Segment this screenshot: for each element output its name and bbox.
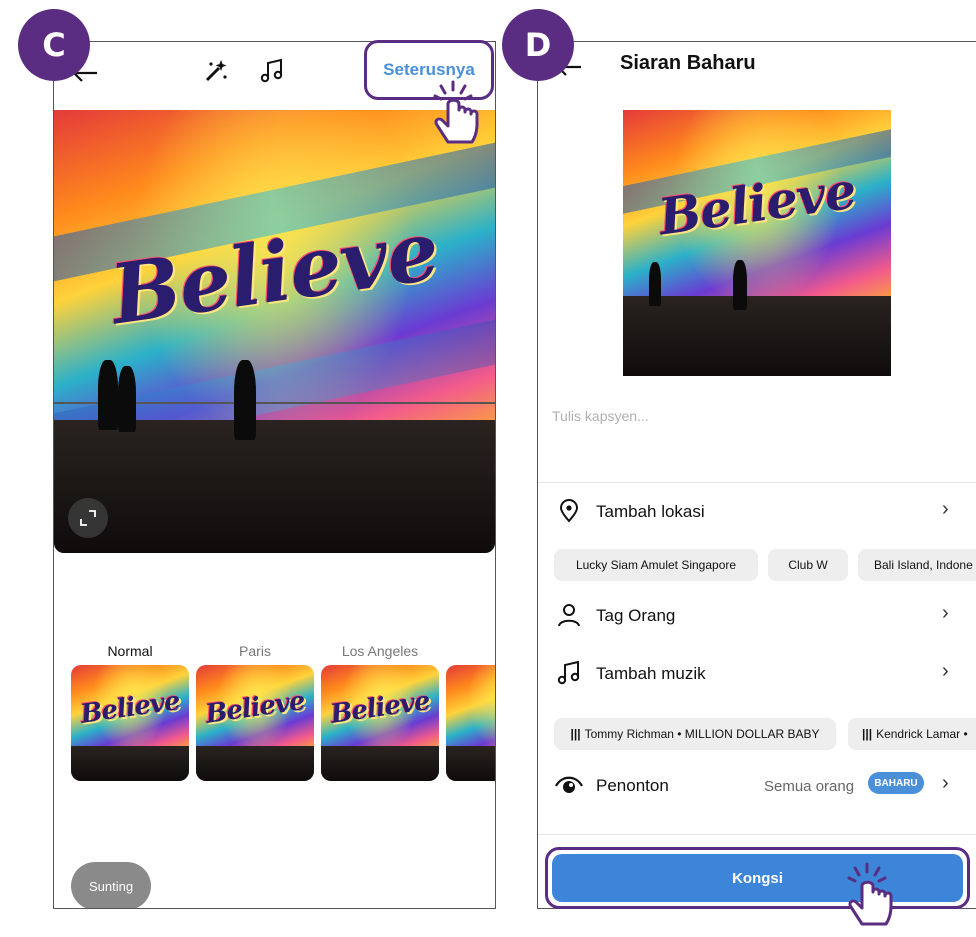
filter-label-normal[interactable]: Normal <box>71 643 189 659</box>
share-button-highlight: Kongsi <box>545 847 970 909</box>
filter-thumb-next[interactable] <box>446 665 495 781</box>
audio-bars-icon: ||| <box>570 727 581 741</box>
expand-icon[interactable] <box>68 498 108 538</box>
step-badge-d: D <box>502 9 574 81</box>
person-icon <box>556 602 582 628</box>
tap-hand-icon <box>424 80 482 155</box>
location-chip[interactable]: Club W <box>768 549 848 581</box>
thumb-text: Believe <box>78 686 182 730</box>
next-button[interactable]: Seterusnya <box>383 60 475 80</box>
chevron-right-icon: › <box>942 498 949 520</box>
audience-value: Semua orang <box>764 778 855 795</box>
audience-row[interactable]: Penonton Semua orang BAHARU › <box>538 766 976 806</box>
filter-thumb-los-angeles[interactable]: Believe <box>321 665 439 781</box>
magic-wand-icon[interactable] <box>200 55 232 87</box>
add-music-label: Tambah muzik <box>596 664 706 683</box>
screen-d: Siaran Baharu Believe Tulis kapsyen... T… <box>537 41 976 909</box>
new-badge: BAHARU <box>868 772 924 794</box>
page-title: Siaran Baharu <box>620 52 756 74</box>
music-chip[interactable]: ||| Kendrick Lamar • <box>848 718 976 750</box>
tap-hand-icon <box>838 862 896 937</box>
filter-thumb-normal[interactable]: Believe <box>71 665 189 781</box>
music-note-icon <box>556 660 582 686</box>
tag-people-label: Tag Orang <box>596 606 676 625</box>
caption-input[interactable]: Tulis kapsyen... <box>552 408 649 424</box>
chevron-right-icon: › <box>942 772 949 794</box>
add-music-row[interactable]: Tambah muzik › <box>538 654 976 694</box>
music-chip-label: Tommy Richman • MILLION DOLLAR BABY <box>584 727 820 741</box>
location-chip[interactable]: Bali Island, Indone <box>858 549 976 581</box>
tag-people-row[interactable]: Tag Orang › <box>538 596 976 636</box>
filter-label-los-angeles[interactable]: Los Angeles <box>321 643 439 659</box>
photo-preview: Believe <box>54 110 495 553</box>
chevron-right-icon: › <box>942 602 949 624</box>
divider <box>538 834 976 835</box>
chevron-right-icon: › <box>942 660 949 682</box>
location-pin-icon <box>556 498 582 524</box>
screen-c: Believe Normal Paris Los Angeles F Belie… <box>53 41 496 909</box>
post-photo: Believe <box>623 110 891 376</box>
filter-label-paris[interactable]: Paris <box>196 643 314 659</box>
add-location-row[interactable]: Tambah lokasi › <box>538 492 976 532</box>
share-button[interactable]: Kongsi <box>552 854 963 902</box>
music-note-icon[interactable] <box>256 55 288 87</box>
audio-bars-icon: ||| <box>862 727 873 741</box>
thumb-text: Believe <box>203 686 307 730</box>
location-chip[interactable]: Lucky Siam Amulet Singapore <box>554 549 758 581</box>
music-chip[interactable]: ||| Tommy Richman • MILLION DOLLAR BABY <box>554 718 836 750</box>
add-location-label: Tambah lokasi <box>596 502 705 521</box>
step-badge-c: C <box>18 9 90 81</box>
eye-icon <box>554 772 584 798</box>
divider <box>538 482 976 483</box>
edit-button[interactable]: Sunting <box>71 862 151 908</box>
audience-label: Penonton <box>596 776 669 795</box>
music-chip-label: Kendrick Lamar • <box>876 727 968 741</box>
thumb-text: Believe <box>328 686 432 730</box>
filter-label-next[interactable]: F <box>446 643 495 659</box>
filter-thumb-paris[interactable]: Believe <box>196 665 314 781</box>
